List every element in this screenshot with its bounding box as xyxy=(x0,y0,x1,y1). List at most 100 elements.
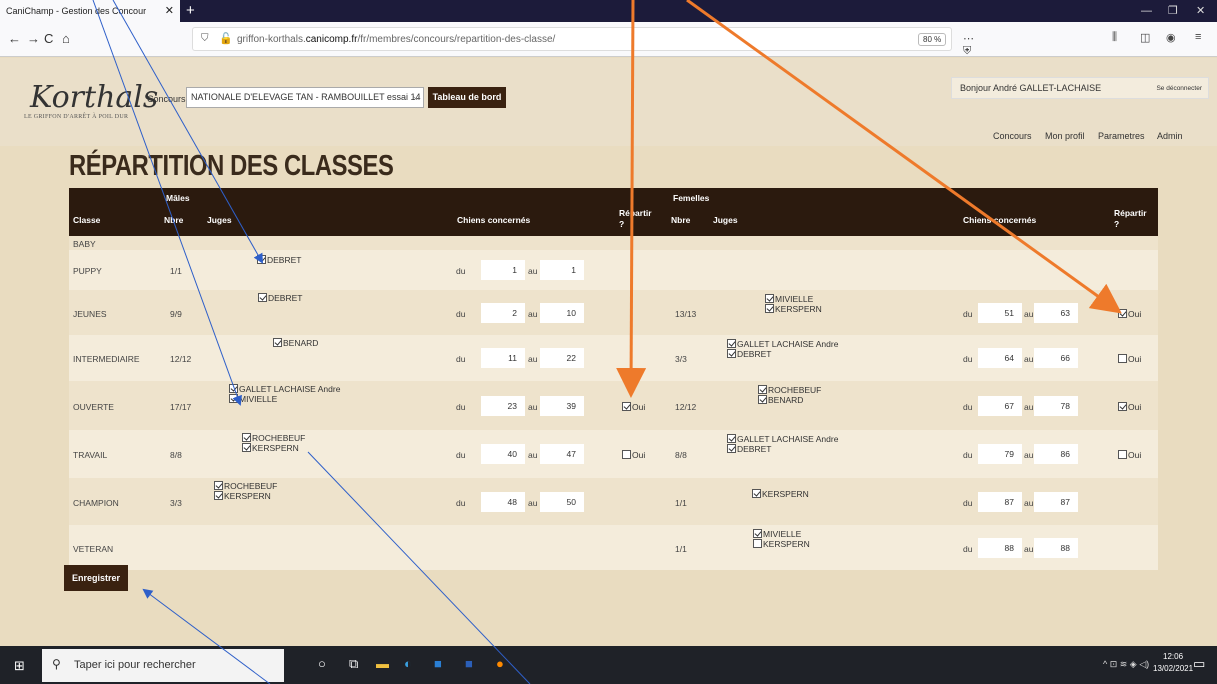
judge-item[interactable]: KERSPERN xyxy=(214,491,277,501)
females-to-input[interactable]: 86 xyxy=(1034,444,1078,464)
home-icon[interactable]: ⌂ xyxy=(62,31,70,46)
library-icon[interactable]: ⫼ xyxy=(1112,31,1117,44)
taskbar-search[interactable]: ⚲ Taper ici pour rechercher xyxy=(42,649,284,682)
judge-item[interactable]: ROCHEBEUF xyxy=(242,433,305,443)
males-to-input[interactable]: 47 xyxy=(540,444,584,464)
judge-item[interactable]: ROCHEBEUF xyxy=(758,385,821,395)
checkbox[interactable] xyxy=(214,481,223,490)
males-from-input[interactable]: 1 xyxy=(481,260,525,280)
browser-tab[interactable]: CaniChamp - Gestion des Concour ✕ xyxy=(0,0,180,22)
reload-icon[interactable]: C xyxy=(44,31,53,46)
males-to-input[interactable]: 39 xyxy=(540,395,584,416)
judge-item[interactable]: DEBRET xyxy=(257,255,301,265)
checkbox[interactable] xyxy=(758,385,767,394)
males-repartir-checkbox[interactable]: Oui xyxy=(622,401,645,412)
system-tray-icons[interactable]: ^ ⊡ ≋ ◈ ◁) xyxy=(1103,659,1149,670)
new-tab-button[interactable]: + xyxy=(186,0,195,22)
insecure-lock-icon[interactable]: 🔓 xyxy=(219,32,233,45)
judge-item[interactable]: DEBRET xyxy=(258,293,302,303)
judge-item[interactable]: BENARD xyxy=(758,395,821,405)
males-to-input[interactable]: 50 xyxy=(540,491,584,512)
males-repartir-checkbox[interactable]: Oui xyxy=(622,450,645,460)
nav-concours[interactable]: Concours xyxy=(993,131,1032,141)
checkbox[interactable] xyxy=(257,255,266,264)
windows-start-icon[interactable]: ⊞ xyxy=(14,658,25,674)
males-from-input[interactable]: 11 xyxy=(481,348,525,368)
checkbox[interactable] xyxy=(765,294,774,303)
edge-icon[interactable]: ◐ xyxy=(404,656,412,671)
checkbox[interactable] xyxy=(752,489,761,498)
nav-admin[interactable]: Admin xyxy=(1157,131,1183,141)
females-to-input[interactable]: 63 xyxy=(1034,302,1078,323)
judge-item[interactable]: BENARD xyxy=(273,338,318,348)
checkbox[interactable] xyxy=(727,444,736,453)
checkbox[interactable] xyxy=(753,539,762,548)
checkbox[interactable] xyxy=(242,443,251,452)
checkbox[interactable] xyxy=(229,384,238,393)
taskbar-clock[interactable]: 12:06 13/02/2021 xyxy=(1153,651,1193,675)
url-bar[interactable]: ⛉ 🔓 griffon-korthals.canicomp.fr/fr/memb… xyxy=(192,27,974,71)
site-logo[interactable]: Korthals xyxy=(30,80,158,115)
females-from-input[interactable]: 51 xyxy=(978,302,1022,323)
task-view-icon[interactable]: ⧉ xyxy=(349,656,358,672)
word-icon[interactable]: ■ xyxy=(465,656,473,671)
close-window-icon[interactable]: ✕ xyxy=(1196,0,1205,22)
judge-item[interactable]: MIVIELLE xyxy=(229,394,340,404)
checkbox[interactable] xyxy=(727,349,736,358)
females-repartir-checkbox[interactable]: Oui xyxy=(1118,450,1141,460)
checkbox[interactable] xyxy=(753,529,762,538)
judge-item[interactable]: ROCHEBEUF xyxy=(214,481,277,491)
judge-item[interactable]: KERSPERN xyxy=(752,489,809,499)
nav-parametres[interactable]: Parametres xyxy=(1098,131,1145,141)
outlook-icon[interactable]: ■ xyxy=(434,656,442,671)
checkbox[interactable] xyxy=(273,338,282,347)
zoom-level[interactable]: 80 % xyxy=(918,33,947,46)
judge-item[interactable]: GALLET LACHAISE Andre xyxy=(727,434,838,444)
females-repartir-checkbox[interactable]: Oui xyxy=(1118,354,1141,364)
females-from-input[interactable]: 88 xyxy=(978,537,1022,558)
males-from-input[interactable]: 2 xyxy=(481,302,525,323)
logout-link[interactable]: Se déconnecter xyxy=(1156,85,1202,92)
males-from-input[interactable]: 48 xyxy=(481,491,525,512)
forward-icon[interactable]: → xyxy=(27,31,40,46)
judge-item[interactable]: KERSPERN xyxy=(242,443,305,453)
sidebar-icon[interactable]: ◫ xyxy=(1140,31,1150,44)
females-repartir-checkbox[interactable]: Oui xyxy=(1118,401,1141,412)
minimize-icon[interactable]: — xyxy=(1141,0,1152,22)
checkbox[interactable] xyxy=(765,304,774,313)
checkbox[interactable] xyxy=(229,394,238,403)
females-to-input[interactable]: 66 xyxy=(1034,348,1078,368)
save-button[interactable]: Enregistrer xyxy=(64,565,128,591)
nav-profil[interactable]: Mon profil xyxy=(1045,131,1085,141)
judge-item[interactable]: KERSPERN xyxy=(753,539,810,549)
menu-icon[interactable]: ≡ xyxy=(1195,31,1201,43)
checkbox[interactable] xyxy=(1118,354,1127,363)
judge-item[interactable]: KERSPERN xyxy=(765,304,822,314)
restore-icon[interactable]: ❐ xyxy=(1168,0,1178,22)
checkbox[interactable] xyxy=(1118,308,1127,318)
females-from-input[interactable]: 67 xyxy=(978,395,1022,416)
males-from-input[interactable]: 40 xyxy=(481,444,525,464)
checkbox[interactable] xyxy=(242,433,251,442)
checkbox[interactable] xyxy=(622,450,631,459)
checkbox[interactable] xyxy=(1118,401,1127,411)
account-icon[interactable]: ◉ xyxy=(1166,31,1176,44)
judge-item[interactable]: DEBRET xyxy=(727,349,838,359)
close-tab-icon[interactable]: ✕ xyxy=(165,0,174,22)
males-from-input[interactable]: 23 xyxy=(481,395,525,416)
females-to-input[interactable]: 87 xyxy=(1034,491,1078,512)
judge-item[interactable]: MIVIELLE xyxy=(753,529,810,539)
checkbox[interactable] xyxy=(1118,450,1127,459)
checkbox[interactable] xyxy=(758,395,767,404)
judge-item[interactable]: DEBRET xyxy=(727,444,838,454)
males-to-input[interactable]: 22 xyxy=(540,348,584,368)
judge-item[interactable]: GALLET LACHAISE Andre xyxy=(229,384,340,394)
checkbox[interactable] xyxy=(622,401,631,411)
cortana-icon[interactable]: ○ xyxy=(318,656,326,671)
file-explorer-icon[interactable]: ▬ xyxy=(376,656,389,671)
females-from-input[interactable]: 79 xyxy=(978,444,1022,464)
notifications-icon[interactable]: ▭ xyxy=(1193,656,1205,672)
shield-icon[interactable]: ⛉ xyxy=(201,33,209,44)
checkbox[interactable] xyxy=(727,339,736,348)
females-to-input[interactable]: 88 xyxy=(1034,537,1078,558)
